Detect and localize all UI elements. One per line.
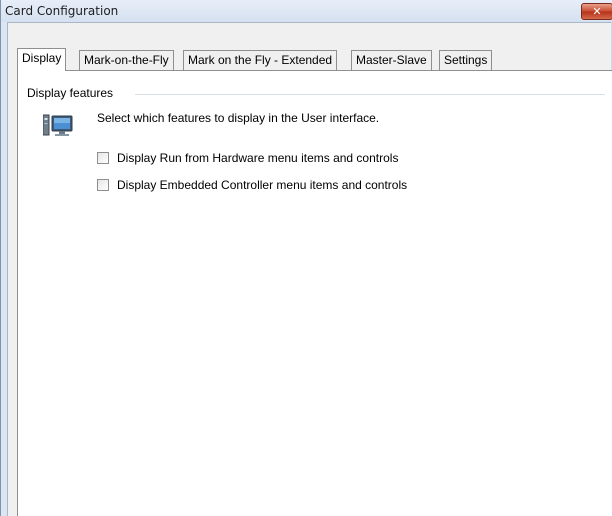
- display-run-from-hardware-checkbox[interactable]: [97, 152, 109, 164]
- tab-settings[interactable]: Settings: [439, 50, 493, 70]
- tab-display[interactable]: Display: [17, 48, 67, 71]
- display-description: Select which features to display in the …: [97, 111, 380, 125]
- computer-icon: [42, 112, 73, 140]
- display-run-from-hardware-label[interactable]: Display Run from Hardware menu items and…: [117, 151, 398, 165]
- tab-mark-on-the-fly-extended[interactable]: Mark on the Fly - Extended: [183, 50, 338, 70]
- group-divider: [135, 94, 605, 95]
- display-embedded-controller-label[interactable]: Display Embedded Controller menu items a…: [117, 178, 407, 192]
- window-title: Card Configuration: [5, 4, 119, 18]
- tab-mark-on-the-fly[interactable]: Mark-on-the-Fly: [79, 50, 174, 70]
- title-bar[interactable]: Card Configuration ✕: [1, 0, 612, 22]
- display-embedded-controller-checkbox[interactable]: [97, 179, 109, 191]
- tab-master-slave[interactable]: Master-Slave: [351, 50, 432, 70]
- display-features-group-label: Display features: [27, 86, 118, 100]
- close-icon: ✕: [592, 5, 602, 18]
- close-button[interactable]: ✕: [581, 3, 612, 20]
- card-configuration-window: Card Configuration ✕ Display Mark-on-the…: [0, 0, 612, 516]
- display-tab-panel: [17, 70, 612, 516]
